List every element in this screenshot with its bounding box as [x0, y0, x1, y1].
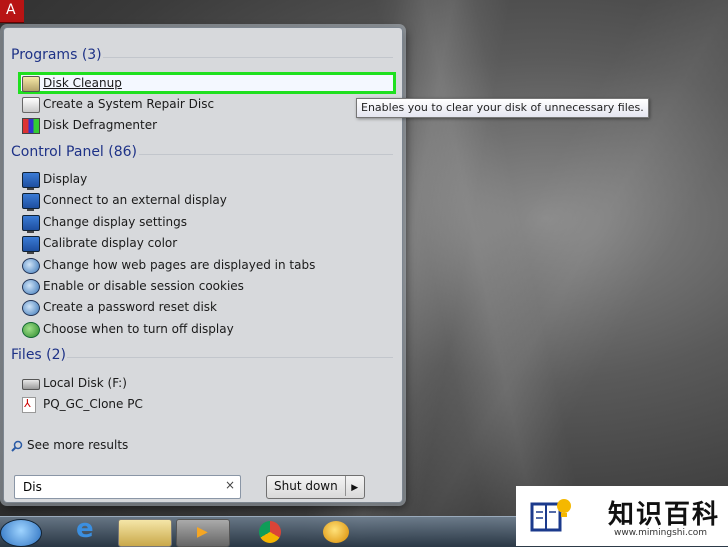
drive-icon — [22, 379, 40, 390]
item-label: Display — [43, 172, 88, 186]
item-label: Disk Defragmenter — [43, 118, 158, 132]
files-section-title: Files (2) — [11, 347, 394, 363]
users-icon — [22, 300, 40, 316]
item-label: Calibrate display color — [43, 236, 178, 250]
cp-item-web-tabs[interactable]: Change how web pages are displayed in ta… — [22, 255, 382, 275]
control-panel-section-title: Control Panel (86) — [11, 144, 394, 160]
item-label: Enable or disable session cookies — [43, 279, 244, 293]
program-item-disk-cleanup[interactable]: Disk Cleanup — [22, 73, 382, 93]
disk-cleanup-icon — [22, 76, 40, 92]
acrobat-app-icon[interactable]: A — [0, 0, 24, 23]
monitor-icon — [22, 215, 40, 233]
item-label: Create a System Repair Disc — [43, 97, 215, 111]
search-icon — [11, 440, 23, 452]
start-orb-button[interactable] — [0, 519, 42, 547]
power-options-icon — [22, 322, 40, 338]
see-more-label: See more results — [27, 438, 129, 452]
see-more-results-link[interactable]: See more results — [11, 438, 128, 452]
cp-item-password-reset[interactable]: Create a password reset disk — [22, 297, 382, 317]
cp-item-session-cookies[interactable]: Enable or disable session cookies — [22, 276, 382, 296]
shutdown-options-arrow-icon[interactable]: ▶ — [346, 478, 364, 498]
internet-explorer-icon[interactable] — [62, 514, 114, 545]
disk-cleanup-tooltip: Enables you to clear your disk of unnece… — [356, 98, 649, 118]
pdf-icon — [22, 394, 36, 414]
start-menu: Programs (3) Disk Cleanup Create a Syste… — [3, 27, 403, 503]
item-label: Change display settings — [43, 215, 188, 229]
program-item-repair-disc[interactable]: Create a System Repair Disc — [22, 94, 382, 114]
monitor-icon — [22, 236, 40, 254]
cp-item-display-settings[interactable]: Change display settings — [22, 212, 382, 233]
search-input[interactable] — [21, 478, 215, 496]
monitor-icon — [22, 172, 40, 190]
watermark-title: 知识百科 — [608, 500, 721, 530]
programs-section-title: Programs (3) — [11, 47, 392, 63]
cp-item-turn-off-display[interactable]: Choose when to turn off display — [22, 319, 382, 339]
monitor-icon — [22, 193, 40, 211]
book-lightbulb-logo-icon — [530, 499, 571, 532]
item-label: Choose when to turn off display — [43, 322, 234, 336]
watermark-url: www.mimingshi.com — [614, 528, 708, 538]
chrome-icon[interactable] — [245, 519, 297, 545]
file-explorer-icon[interactable] — [118, 519, 172, 547]
globe-icon — [22, 258, 40, 274]
clear-search-icon[interactable]: × — [225, 478, 235, 492]
program-item-defragmenter[interactable]: Disk Defragmenter — [22, 115, 382, 135]
app-icon[interactable] — [315, 519, 367, 545]
start-search-box[interactable]: × — [14, 475, 241, 499]
watermark: 知识百科 www.mimingshi.com — [516, 486, 728, 546]
cp-item-external-display[interactable]: Connect to an external display — [22, 190, 382, 211]
item-label: Change how web pages are displayed in ta… — [43, 258, 316, 272]
shutdown-button[interactable]: Shut down — [267, 476, 346, 496]
cp-item-calibrate-color[interactable]: Calibrate display color — [22, 233, 382, 254]
file-item-local-disk[interactable]: Local Disk (F:) — [22, 373, 382, 393]
cp-item-display[interactable]: Display — [22, 169, 382, 190]
globe-icon — [22, 279, 40, 295]
file-item-pdf[interactable]: PQ_GC_Clone PC — [22, 394, 382, 414]
shutdown-button-group: Shut down ▶ — [266, 475, 365, 499]
media-player-icon[interactable] — [176, 519, 230, 547]
item-label: Create a password reset disk — [43, 300, 217, 314]
repair-disc-icon — [22, 97, 40, 113]
item-label: Connect to an external display — [43, 193, 227, 207]
item-label: PQ_GC_Clone PC — [43, 397, 143, 411]
item-label: Local Disk (F:) — [43, 376, 127, 390]
item-label: Disk Cleanup — [43, 76, 122, 90]
defragmenter-icon — [22, 118, 40, 134]
